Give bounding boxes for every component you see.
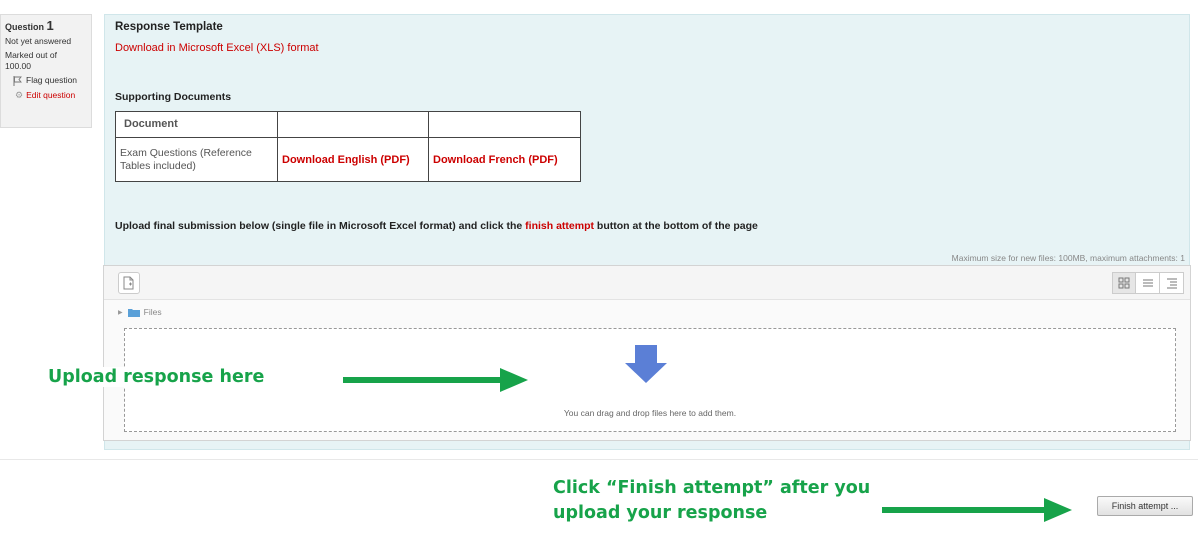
document-name-cell: Exam Questions (Reference Tables include… xyxy=(115,137,278,182)
view-switcher xyxy=(1112,272,1184,294)
file-manager-toolbar xyxy=(104,266,1190,300)
finish-annotation-arrow xyxy=(882,498,1072,522)
icon-view-icon xyxy=(1118,277,1130,289)
download-french-link[interactable]: Download French (PDF) xyxy=(433,154,558,166)
tree-view-icon xyxy=(1166,278,1177,289)
file-path-bar[interactable]: ▶ Files xyxy=(118,307,162,317)
instruction-highlight: finish attempt xyxy=(525,220,594,232)
question-label: Question xyxy=(5,22,45,32)
drop-zone-text: You can drag and drop files here to add … xyxy=(563,408,737,418)
documents-table: Document Exam Questions (Reference Table… xyxy=(115,111,581,182)
question-info-panel: Question 1 Not yet answered Marked out o… xyxy=(0,14,92,128)
upload-annotation-arrow xyxy=(343,368,528,392)
supporting-documents-heading: Supporting Documents xyxy=(115,91,232,103)
add-file-button[interactable] xyxy=(118,272,140,294)
instruction-text-end: button at the bottom of the page xyxy=(594,220,758,232)
folder-icon xyxy=(127,308,140,317)
tree-view-button[interactable] xyxy=(1160,272,1184,294)
gear-icon: ⚙ xyxy=(15,90,24,100)
flag-question-label: Flag question xyxy=(26,75,78,85)
response-template-heading: Response Template xyxy=(115,21,223,33)
upload-instruction: Upload final submission below (single fi… xyxy=(115,220,758,232)
table-header-row: Document xyxy=(115,111,581,138)
question-number-line: Question 1 xyxy=(5,18,91,33)
flag-question-link[interactable]: Flag question xyxy=(13,75,91,86)
expand-triangle-icon: ▶ xyxy=(118,309,123,316)
add-file-icon xyxy=(123,276,134,290)
table-header-col2 xyxy=(277,111,429,138)
download-english-link[interactable]: Download English (PDF) xyxy=(282,154,410,166)
edit-question-label: Edit question xyxy=(26,90,76,100)
finish-annotation: Click “Finish attempt” after you upload … xyxy=(553,478,871,523)
edit-question-link[interactable]: ⚙ Edit question xyxy=(15,90,91,101)
question-number: 1 xyxy=(46,18,54,33)
list-view-icon xyxy=(1142,279,1153,287)
finish-attempt-button[interactable]: Finish attempt ... xyxy=(1097,496,1193,516)
file-drop-zone[interactable]: You can drag and drop files here to add … xyxy=(124,328,1176,432)
icon-view-button[interactable] xyxy=(1112,272,1136,294)
question-grade: Marked out of 100.00 xyxy=(5,50,57,71)
files-path-label: Files xyxy=(143,307,162,317)
question-state: Not yet answered xyxy=(5,36,72,46)
upload-annotation: Upload response here xyxy=(48,367,271,387)
table-header-document: Document xyxy=(115,111,278,138)
table-row: Exam Questions (Reference Tables include… xyxy=(115,137,581,182)
download-xls-link[interactable]: Download in Microsoft Excel (XLS) format xyxy=(115,42,319,54)
table-header-col3 xyxy=(428,111,581,138)
footer-divider xyxy=(0,459,1198,460)
flag-icon xyxy=(13,75,22,86)
list-view-button[interactable] xyxy=(1136,272,1160,294)
max-size-note: Maximum size for new files: 100MB, maxim… xyxy=(951,253,1185,263)
file-manager: ▶ Files You can drag and drop files here… xyxy=(103,265,1191,441)
instruction-text-start: Upload final submission below (single fi… xyxy=(115,220,526,232)
download-arrow-icon xyxy=(625,345,667,383)
